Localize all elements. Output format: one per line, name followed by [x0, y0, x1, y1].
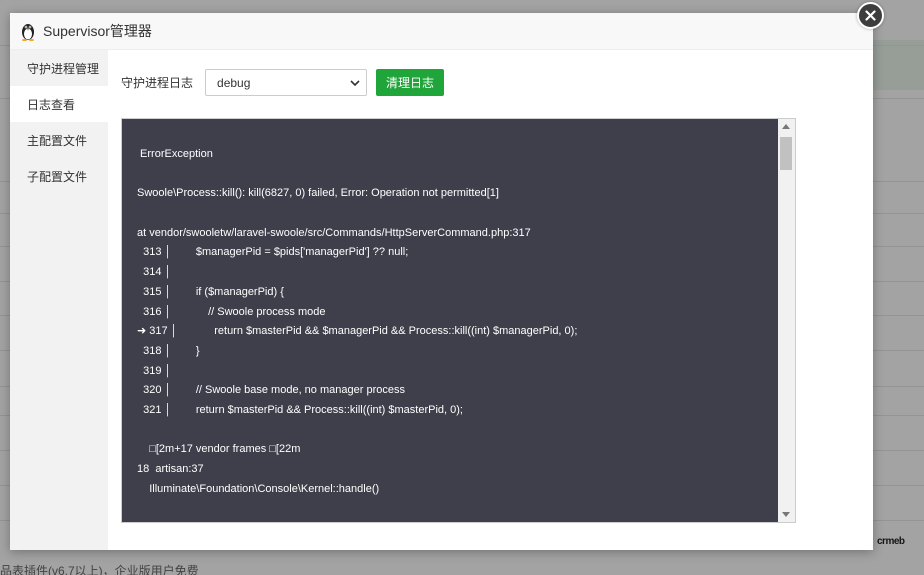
log-line: 320 │ // Swoole base mode, no manager pr…: [137, 384, 405, 397]
sidebar-item-main-config[interactable]: 主配置文件: [10, 122, 108, 158]
log-line: Swoole\Process::kill(): kill(6827, 0) fa…: [137, 187, 499, 200]
log-line: 18 artisan:37: [137, 463, 204, 475]
penguin-icon: [22, 24, 34, 41]
supervisor-dialog: Supervisor管理器 守护进程管理 日志查看 主配置文件 子配置文件 守护…: [10, 13, 873, 550]
close-button[interactable]: [857, 2, 884, 29]
log-scrollbar[interactable]: [778, 119, 795, 522]
log-select[interactable]: debug: [205, 69, 368, 96]
log-toolbar: 守护进程日志 debug 清理日志: [121, 69, 445, 96]
dialog-title: Supervisor管理器: [43, 23, 152, 39]
sidebar-item-sub-config[interactable]: 子配置文件: [10, 158, 108, 194]
clear-log-button[interactable]: 清理日志: [376, 69, 445, 96]
close-icon: [865, 10, 876, 21]
log-text-area: ErrorExceptionSwoole\Process::kill(): ki…: [122, 119, 778, 522]
scroll-down-icon[interactable]: [782, 512, 790, 517]
scroll-up-icon[interactable]: [782, 124, 790, 129]
sidebar-item-process-manager[interactable]: 守护进程管理: [10, 50, 108, 86]
log-viewer-panel: 守护进程日志 debug 清理日志 ErrorExceptionSwoole\P…: [108, 50, 873, 550]
chevron-down-icon: [350, 79, 360, 86]
log-select-label: 守护进程日志: [121, 76, 194, 90]
log-line: 316 │ // Swoole process mode: [137, 305, 326, 318]
log-line: 321 │ return $masterPid && Process::kill…: [137, 403, 463, 416]
log-line: 319 │: [137, 364, 172, 377]
log-output[interactable]: ErrorExceptionSwoole\Process::kill(): ki…: [121, 118, 796, 523]
log-line: at vendor/swooletw/laravel-swoole/src/Co…: [137, 226, 531, 239]
log-line: 315 │ if ($managerPid) {: [137, 285, 284, 298]
log-line: □[2m+17 vendor frames □[22m: [137, 443, 301, 456]
sidebar-item-log-viewer[interactable]: 日志查看: [10, 86, 108, 122]
log-line: 313 │ $managerPid = $pids['managerPid'] …: [137, 246, 409, 259]
sidebar: 守护进程管理 日志查看 主配置文件 子配置文件: [10, 50, 108, 550]
log-line: 314 │: [137, 266, 172, 279]
log-line: ErrorException: [137, 148, 213, 160]
log-select-value: debug: [217, 75, 251, 90]
scroll-thumb[interactable]: [780, 137, 792, 170]
log-line: ➜ 317 │ return $masterPid && $managerPid…: [137, 325, 578, 338]
dialog-header: Supervisor管理器: [10, 13, 873, 50]
log-line: 318 │ }: [137, 344, 200, 357]
log-line: Illuminate\Foundation\Console\Kernel::ha…: [137, 482, 380, 495]
